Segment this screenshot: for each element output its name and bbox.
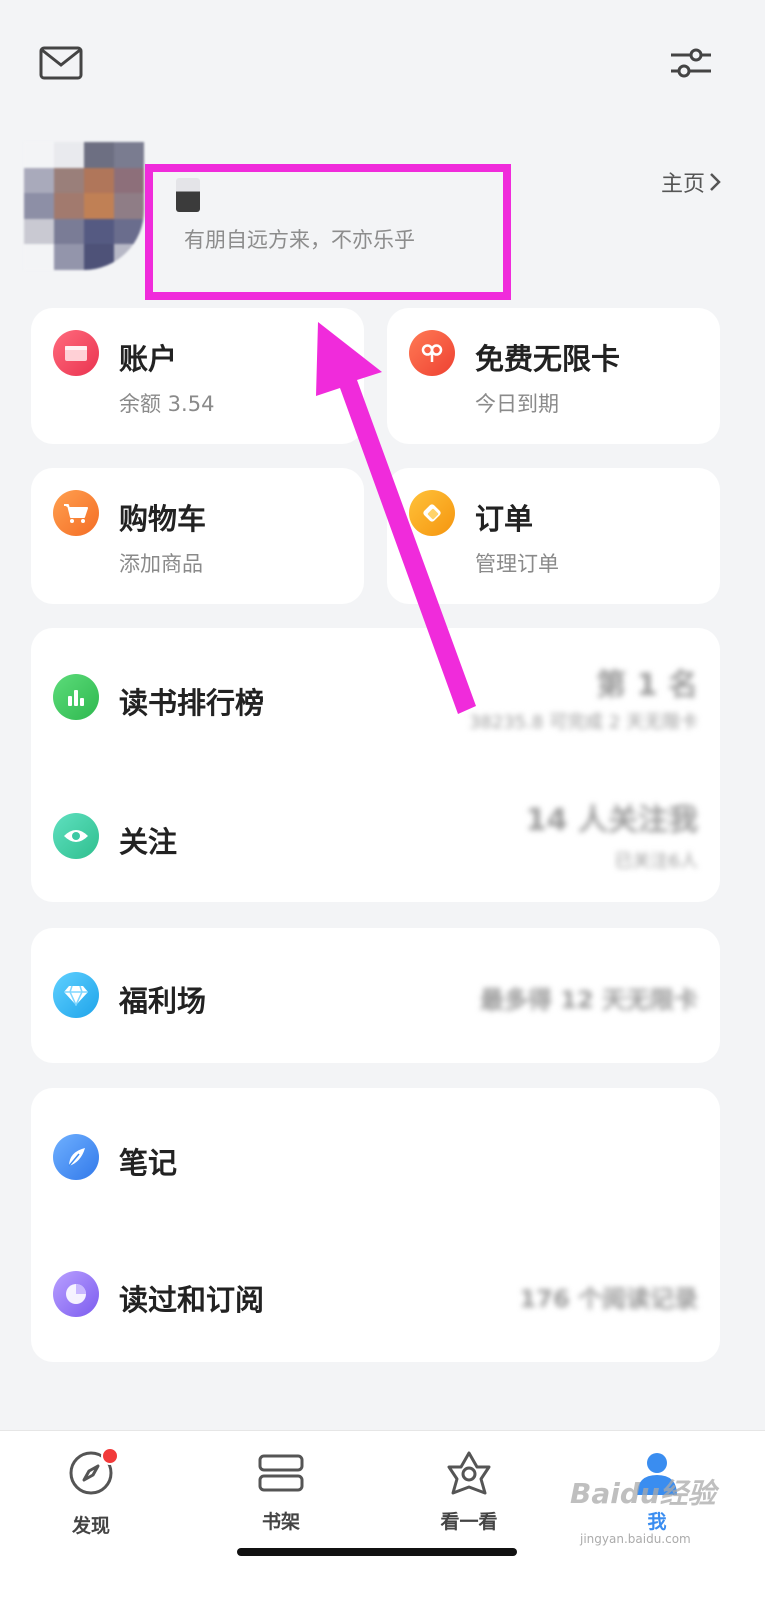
- bookshelf-icon: [258, 1454, 304, 1492]
- watermark-url: jingyan.baidu.com: [580, 1532, 691, 1546]
- follow-label: 关注: [119, 825, 178, 859]
- annotation-arrow: [316, 322, 476, 714]
- history-value: 176 个阅读记录: [519, 1285, 698, 1313]
- tab-look[interactable]: 看一看: [409, 1449, 529, 1534]
- tab-discover[interactable]: 发现: [31, 1447, 151, 1538]
- tab-discover-label: 发现: [71, 1515, 110, 1537]
- notes-row[interactable]: 笔记: [31, 1088, 720, 1225]
- bottom-tab-bar: 发现 书架 看一看 我: [0, 1430, 765, 1600]
- history-row[interactable]: 读过和订阅 176 个阅读记录: [31, 1225, 720, 1362]
- welfare-value: 最多得 12 天无限卡: [479, 986, 698, 1014]
- welfare-row[interactable]: 福利场 最多得 12 天无限卡: [31, 928, 720, 1063]
- eye-icon: [53, 813, 99, 859]
- star-of-david-icon: [447, 1451, 491, 1495]
- welfare-label: 福利场: [119, 984, 207, 1018]
- notification-dot: [101, 1447, 119, 1465]
- home-indicator: [237, 1548, 517, 1556]
- diamond-icon: [53, 972, 99, 1018]
- history-label: 读过和订阅: [119, 1283, 265, 1317]
- tab-look-label: 看一看: [440, 1511, 498, 1533]
- feather-icon: [53, 1134, 99, 1180]
- baidu-watermark: Baidu经验: [570, 1477, 716, 1510]
- tab-shelf[interactable]: 书架: [221, 1449, 341, 1534]
- notes-history-group: 笔记 读过和订阅 176 个阅读记录: [31, 1088, 720, 1362]
- tab-shelf-label: 书架: [261, 1511, 300, 1533]
- follow-value: 14 人关注我: [525, 803, 698, 838]
- follow-detail: 已关注6人: [614, 851, 698, 872]
- pie-chart-icon: [53, 1271, 99, 1317]
- notes-label: 笔记: [119, 1146, 178, 1180]
